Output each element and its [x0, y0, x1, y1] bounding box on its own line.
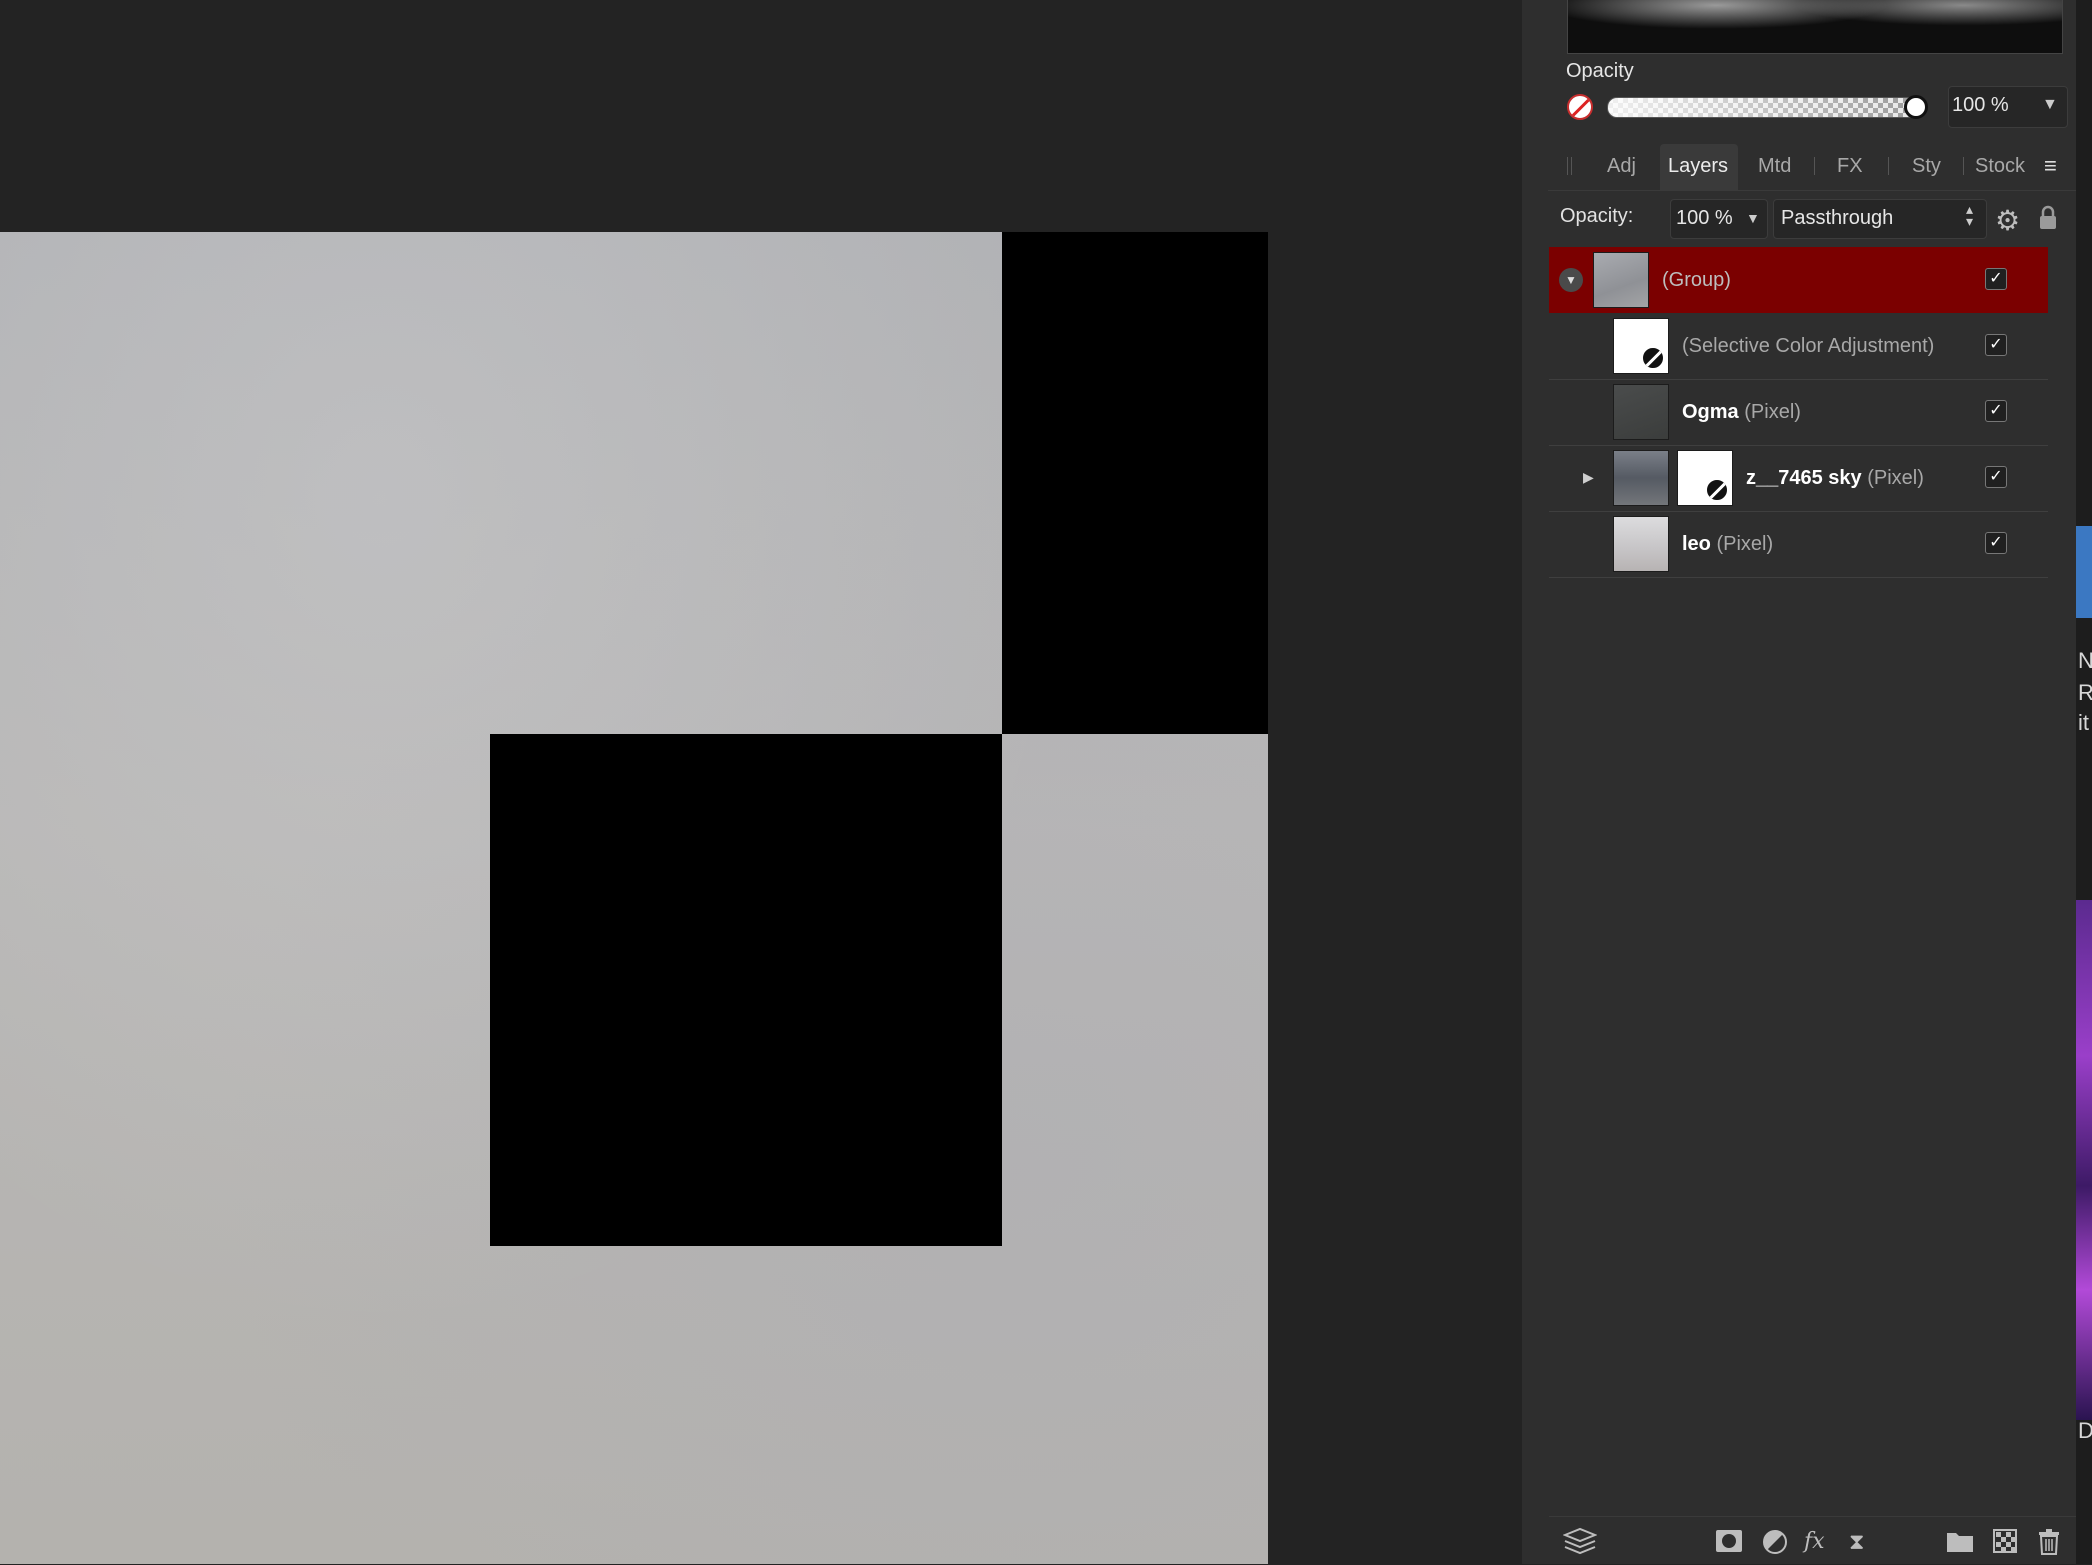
layer-visibility-checkbox[interactable]: ✓ [1985, 268, 2007, 290]
layer-row-selective-color[interactable]: (Selective Color Adjustment) ✓ [1549, 313, 2048, 380]
tab-separator [1888, 157, 1889, 175]
layer-name: leo (Pixel) [1682, 533, 1774, 555]
tab-sty[interactable]: Sty [1912, 155, 1941, 178]
layer-thumbnail [1593, 252, 1649, 308]
layer-row-group[interactable]: ▼ (Group) ✓ [1549, 247, 2048, 313]
edge-text: it [2078, 710, 2089, 735]
tab-adj[interactable]: Adj [1607, 155, 1636, 178]
tab-grip[interactable] [1567, 157, 1568, 175]
tab-separator [1963, 157, 1964, 175]
canvas-area[interactable] [0, 0, 1520, 1564]
canvas-image[interactable] [0, 232, 1268, 1564]
edge-text: R [2078, 680, 2092, 705]
background-window-edge: N R it D [2076, 0, 2092, 1564]
tab-mtd[interactable]: Mtd [1758, 155, 1791, 178]
layer-name: z__7465 sky (Pixel) [1746, 467, 1924, 489]
layers-stack-icon[interactable] [1563, 1527, 1597, 1555]
tab-stock[interactable]: Stock [1975, 155, 2025, 178]
layer-thumbnail [1613, 318, 1669, 374]
layer-thumbnail [1613, 516, 1669, 572]
chevron-down-icon[interactable]: ▼ [2042, 96, 2058, 114]
layer-thumbnail [1613, 384, 1669, 440]
layer-visibility-checkbox[interactable]: ✓ [1985, 532, 2007, 554]
layer-row-ogma[interactable]: Ogma (Pixel) ✓ [1549, 379, 2048, 446]
layer-thumbnail [1613, 450, 1669, 506]
chevron-down-icon[interactable]: ▼ [1746, 210, 1760, 226]
adjustment-layer-icon[interactable] [1762, 1529, 1788, 1555]
opacity-value[interactable]: 100 % [1952, 94, 2009, 117]
lock-icon[interactable] [2037, 205, 2059, 231]
edge-text: D [2078, 1418, 2092, 1443]
blend-mode-value[interactable]: Passthrough [1781, 207, 1893, 230]
no-color-icon[interactable] [1567, 94, 1593, 120]
layer-name: (Selective Color Adjustment) [1682, 335, 1935, 357]
trash-icon[interactable] [2038, 1529, 2060, 1555]
tab-layers[interactable]: Layers [1668, 155, 1728, 178]
edge-blue-block [2076, 526, 2092, 618]
layer-opacity-value[interactable]: 100 % [1676, 207, 1733, 230]
adjustment-icon [1705, 478, 1729, 502]
layer-row-sky[interactable]: ▶ z__7465 sky (Pixel) ✓ [1549, 445, 2048, 512]
fx-icon[interactable]: fx [1804, 1529, 1825, 1554]
layer-visibility-checkbox[interactable]: ✓ [1985, 334, 2007, 356]
folder-icon[interactable] [1946, 1529, 1974, 1553]
adjustment-icon [1641, 346, 1665, 370]
panel-menu-icon[interactable]: ≡ [2044, 153, 2057, 179]
gear-icon[interactable]: ⚙ [1995, 204, 2020, 237]
tab-fx[interactable]: FX [1837, 155, 1863, 178]
brush-preview [1567, 0, 2063, 54]
layer-name: (Group) [1662, 269, 1731, 291]
tab-grip[interactable] [1571, 157, 1572, 175]
stepper-arrows-icon[interactable]: ▴ ▾ [1966, 202, 1973, 228]
expand-icon[interactable]: ▶ [1583, 469, 1594, 486]
opacity-slider[interactable] [1607, 97, 1919, 118]
collapse-icon[interactable]: ▼ [1559, 268, 1583, 292]
layer-mask-thumbnail [1677, 450, 1733, 506]
layer-visibility-checkbox[interactable]: ✓ [1985, 400, 2007, 422]
opacity-slider-knob[interactable] [1904, 95, 1928, 119]
black-region [1002, 232, 1268, 734]
layer-row-leo[interactable]: leo (Pixel) ✓ [1549, 511, 2048, 578]
layer-name: Ogma (Pixel) [1682, 401, 1801, 423]
tab-separator [1814, 157, 1815, 175]
edge-text: N [2078, 648, 2092, 673]
layer-visibility-checkbox[interactable]: ✓ [1985, 466, 2007, 488]
mask-layer-icon[interactable] [1715, 1529, 1743, 1553]
black-region [490, 734, 1002, 1246]
opacity-label: Opacity [1566, 60, 1634, 82]
pixel-layer-icon[interactable] [1993, 1529, 2017, 1553]
edge-purple-image [2076, 900, 2092, 1420]
layer-opacity-label: Opacity: [1560, 205, 1634, 227]
live-filter-icon[interactable]: ⧗ [1849, 1529, 1864, 1555]
